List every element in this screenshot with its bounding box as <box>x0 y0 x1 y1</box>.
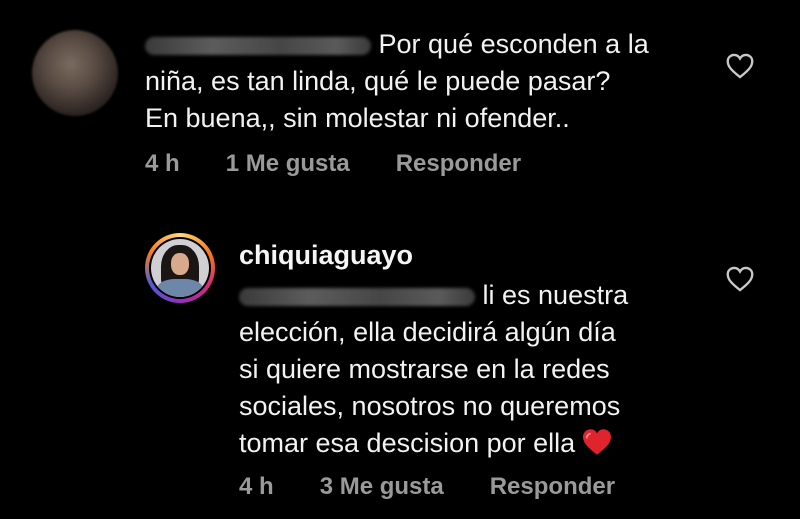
reply-meta: 4 h 3 Me gusta Responder <box>239 473 615 501</box>
likes-count-link[interactable]: 3 Me gusta <box>320 473 444 501</box>
reply-button[interactable]: Responder <box>490 473 615 501</box>
redacted-username <box>145 36 371 55</box>
commenter-avatar[interactable] <box>32 30 118 116</box>
timestamp: 4 h <box>239 473 274 500</box>
reply-text-line: tomar esa descision por ella <box>239 428 576 458</box>
comment-text-line: Por qué esconden a la <box>378 29 649 59</box>
comment-text-line: niña, es tan linda, qué le puede pasar? <box>145 66 611 96</box>
red-heart-emoji-icon <box>583 429 612 455</box>
reply-text-line: li es nuestra <box>482 280 629 310</box>
comment-text-line: En buena,, sin molestar ni ofender.. <box>145 103 570 133</box>
redacted-mention <box>239 287 475 306</box>
heart-outline-icon[interactable] <box>726 266 754 292</box>
reply-button[interactable]: Responder <box>396 150 521 178</box>
comments-screen: Por qué esconden a la niña, es tan linda… <box>0 0 800 519</box>
avatar-gap <box>149 237 211 299</box>
avatar <box>151 239 209 297</box>
heart-outline-icon[interactable] <box>726 53 754 79</box>
reply-text-line: sociales, nosotros no queremos <box>239 391 621 421</box>
story-ring-avatar[interactable] <box>145 233 215 303</box>
comment-meta: 4 h 1 Me gusta Responder <box>145 150 521 178</box>
reply-text-line: elección, ella decidirá algún día <box>239 317 616 347</box>
timestamp: 4 h <box>145 150 180 177</box>
comment-text: Por qué esconden a la niña, es tan linda… <box>145 26 705 137</box>
username-link[interactable]: chiquiaguayo <box>239 240 413 271</box>
likes-count-link[interactable]: 1 Me gusta <box>226 150 350 178</box>
reply-text: li es nuestra elección, ella decidirá al… <box>239 277 699 462</box>
reply-text-line: si quiere mostrarse en la redes <box>239 354 610 384</box>
